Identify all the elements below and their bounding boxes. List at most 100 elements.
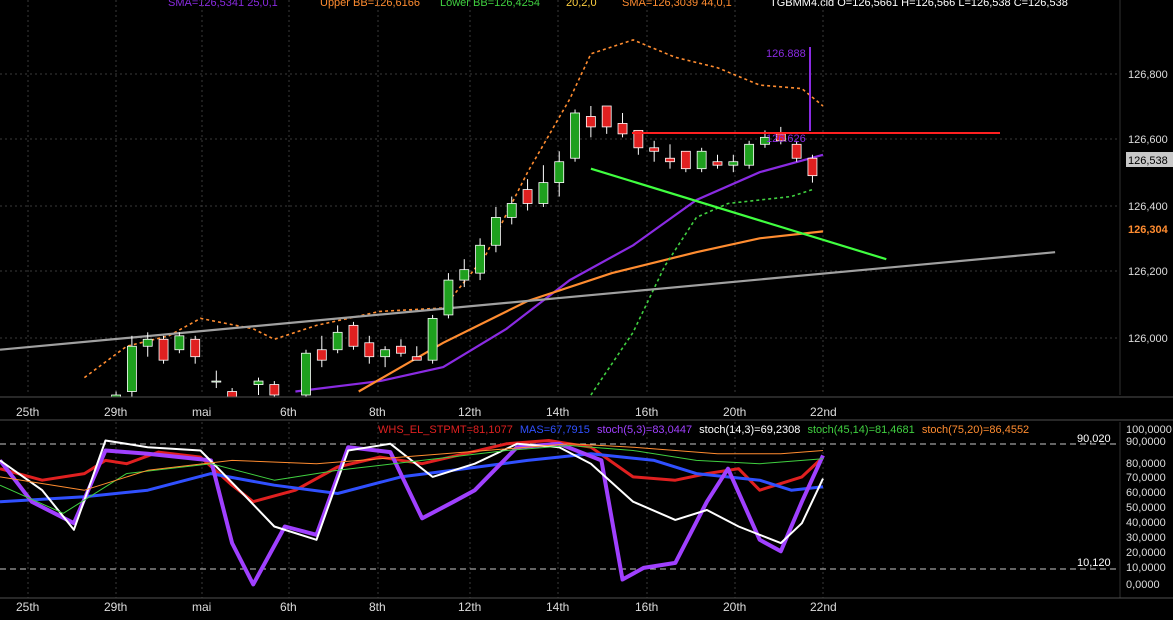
- candle-body: [649, 147, 660, 152]
- price-tick: 126,400: [1128, 201, 1168, 213]
- date-label: 20th: [723, 405, 746, 419]
- date-label: 25th: [16, 600, 39, 614]
- price-tick: 126,000: [1128, 333, 1168, 345]
- sma-short-label: SMA=126,5341 25,0,1: [168, 0, 278, 9]
- date-label: 29th: [104, 405, 127, 419]
- candle-body: [126, 345, 137, 392]
- candle-body: [427, 317, 438, 361]
- osc-tick: 50,0000: [1126, 502, 1166, 514]
- candle-body: [522, 189, 533, 204]
- price-panel[interactable]: 126.888 126.626 126,800 126,600 126,400 …: [0, 0, 1173, 413]
- price-tick: 126,200: [1128, 266, 1168, 278]
- ohlc-label: TGBMM4.cld O=126,5661 H=126,566 L=126,53…: [770, 0, 1068, 9]
- price-header: SMA=126,5341 25,0,1 Upper BB=126,6166 Lo…: [168, 0, 1068, 9]
- oscillator-panel[interactable]: WHS_EL_STPMT=81,1077 MAS=67,7915 stoch(5…: [0, 419, 1173, 598]
- osc-legend-item: stoch(75,20)=86,4552: [922, 424, 1029, 436]
- price-tick: 126,800: [1128, 69, 1168, 81]
- candle-body: [158, 338, 169, 361]
- candle-body: [728, 161, 739, 166]
- osc-series-line: [0, 441, 825, 587]
- candle-body: [142, 338, 153, 347]
- bb-params-label: 20,2,0: [566, 0, 597, 9]
- date-label: mai: [192, 405, 211, 419]
- upper-level-label: 90,020: [1077, 433, 1111, 445]
- date-label: mai: [192, 600, 211, 614]
- date-label: 25th: [16, 405, 39, 419]
- price-series-line: [83, 39, 824, 379]
- osc-tick: 90,0000: [1126, 436, 1166, 448]
- osc-tick: 20,0000: [1126, 547, 1166, 559]
- candle-body: [506, 203, 517, 218]
- candle-body: [459, 269, 470, 281]
- candle-body: [301, 352, 311, 396]
- date-label: 8th: [369, 405, 386, 419]
- candle-body: [744, 143, 755, 166]
- candle-body: [696, 150, 707, 170]
- osc-legend-item: WHS_EL_STPMT=81,1077: [378, 424, 513, 436]
- date-axis-top: 25th 29th mai 6th 8th 12th 14th 16th 20t…: [0, 396, 1173, 419]
- date-label: 20th: [723, 600, 746, 614]
- candle-body: [411, 356, 422, 361]
- candles: [111, 105, 818, 413]
- osc-tick: 60,0000: [1126, 487, 1166, 499]
- chart-root: SMA=126,5341 25,0,1 Upper BB=126,6166 Lo…: [0, 0, 1173, 614]
- candle-body: [807, 157, 818, 177]
- last-price-label: 126,538: [1128, 155, 1168, 167]
- date-label: 16th: [635, 405, 658, 419]
- date-label: 12th: [458, 405, 481, 419]
- osc-axis: 100,0000 90,0000 80,0000 70,0000 60,0000…: [1119, 422, 1172, 598]
- osc-legend-item: stoch(5,3)=83,0447: [597, 424, 692, 436]
- candle-body: [269, 384, 280, 396]
- candle-body: [491, 217, 501, 246]
- date-label: 14th: [546, 600, 569, 614]
- osc-tick: 100,0000: [1126, 424, 1172, 436]
- candle-body: [585, 116, 596, 128]
- candle-body: [601, 105, 612, 128]
- sma-long-label: SMA=126,3039 44,0,1: [622, 0, 732, 9]
- candle-body: [538, 182, 549, 204]
- osc-lines: [0, 439, 825, 587]
- osc-tick: 0,0000: [1126, 579, 1160, 591]
- candle-body: [617, 123, 628, 135]
- osc-legend-item: MAS=67,7915: [520, 424, 590, 436]
- candle-body: [791, 143, 802, 159]
- price-series-line: [358, 230, 824, 393]
- date-label: 12th: [458, 600, 481, 614]
- date-label: 14th: [546, 405, 569, 419]
- candle-body: [396, 345, 406, 354]
- candle-body: [174, 335, 185, 351]
- lower-bb-label: Lower BB=126,4254: [440, 0, 540, 9]
- candle-body: [380, 349, 391, 358]
- osc-legend-item: stoch(45,14)=81,4681: [807, 424, 914, 436]
- sma-long-tag: 126,304: [1128, 224, 1169, 236]
- date-axis-bottom: 25th 29th mai 6th 8th 12th 14th 16th 20t…: [0, 597, 1173, 614]
- price-lines: [0, 39, 1056, 396]
- osc-tick: 30,0000: [1126, 532, 1166, 544]
- candle-body: [680, 150, 691, 170]
- candle-body: [554, 161, 565, 184]
- osc-tick: 10,0000: [1126, 562, 1166, 574]
- osc-series-line: [0, 445, 824, 514]
- candle-body: [475, 244, 485, 274]
- date-label: 22nd: [810, 600, 837, 614]
- osc-legend-item: stoch(14,3)=69,2308: [699, 424, 800, 436]
- osc-tick: 80,0000: [1126, 458, 1166, 470]
- candle-body: [332, 331, 343, 351]
- resistance-label: 126.626: [766, 133, 806, 145]
- osc-tick: 40,0000: [1126, 517, 1166, 529]
- candle-body: [316, 349, 327, 361]
- price-series-line: [0, 251, 1056, 351]
- date-label: 16th: [635, 600, 658, 614]
- price-axis: 126,800 126,600 126,400 126,200 126,000 …: [1119, 0, 1173, 395]
- candle-body: [253, 380, 264, 385]
- date-label: 8th: [369, 600, 386, 614]
- target-label: 126.888: [766, 48, 806, 60]
- svg-text:WHS_EL_STPMT=81,1077 M: WHS_EL_STPMT=81,1077 MAS=67,7915 stoch(5…: [378, 424, 1029, 436]
- osc-legend: WHS_EL_STPMT=81,1077 MAS=67,7915 stoch(5…: [378, 424, 1029, 436]
- candle-body: [211, 380, 222, 383]
- candle-body: [348, 324, 359, 347]
- date-label: 29th: [104, 600, 127, 614]
- candle-body: [443, 279, 454, 316]
- candle-body: [364, 342, 375, 358]
- candle-body: [190, 338, 201, 358]
